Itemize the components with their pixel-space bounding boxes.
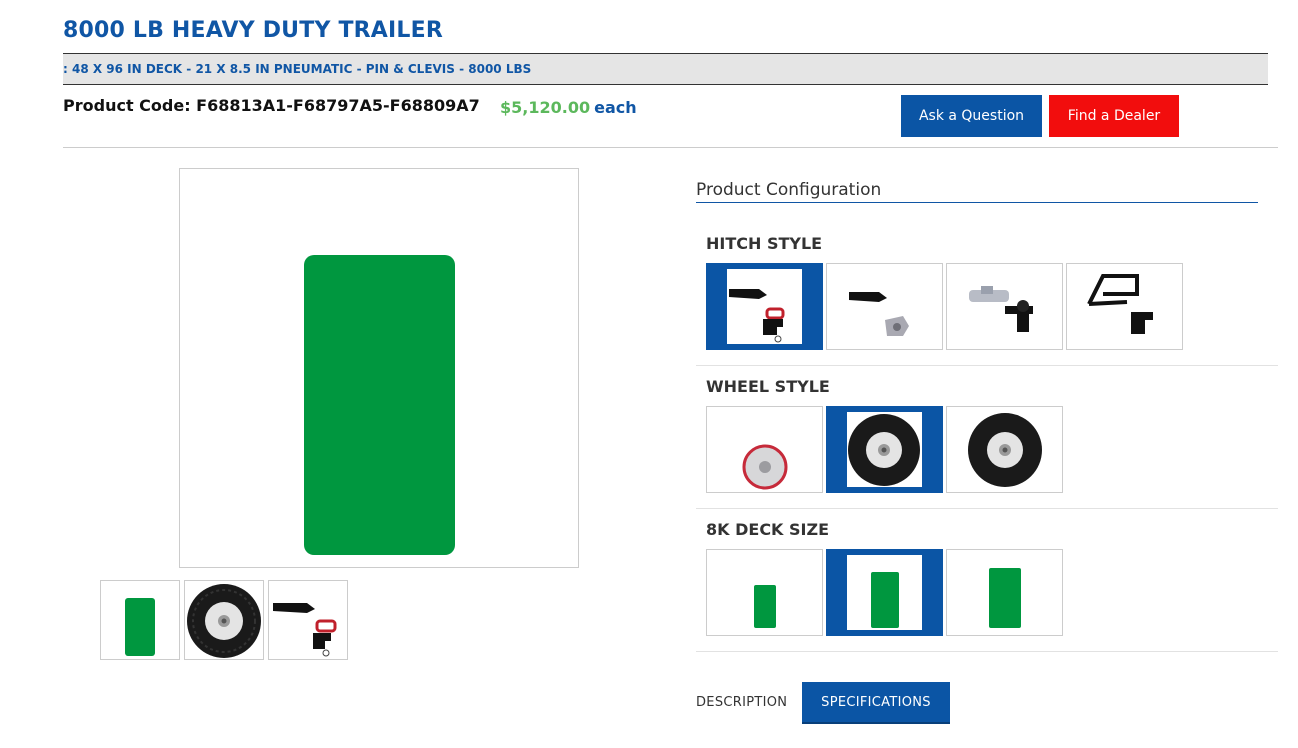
thumbnail-deck[interactable] (100, 580, 180, 660)
ask-question-button[interactable]: Ask a Question (901, 95, 1042, 137)
frame-hitch-icon (1087, 274, 1153, 334)
pin-clevis-hitch-icon (729, 289, 785, 343)
hitch-option-ball-coupler[interactable] (946, 263, 1063, 350)
tab-specifications[interactable]: SPECIFICATIONS (802, 682, 950, 724)
wheel-option-solid[interactable] (706, 406, 823, 493)
configuration-heading-underline (696, 202, 1258, 203)
price-unit: each (594, 98, 637, 117)
wheel-thumbnail-icon (187, 584, 261, 658)
clevis-lunette-hitch-icon (849, 292, 909, 336)
medium-deck-icon (871, 572, 899, 628)
header-divider (63, 147, 1278, 148)
hitch-group-divider (696, 365, 1278, 366)
hitch-option-frame[interactable] (1066, 263, 1183, 350)
product-title: 8000 LB HEAVY DUTY TRAILER (63, 18, 443, 43)
hitch-option-clevis-lunette[interactable] (826, 263, 943, 350)
deck-group-divider (696, 651, 1278, 652)
wheel-option-pneumatic[interactable] (826, 406, 943, 493)
find-dealer-button[interactable]: Find a Dealer (1049, 95, 1179, 137)
tab-description[interactable]: DESCRIPTION (696, 695, 787, 710)
hitch-option-pin-clevis[interactable] (706, 263, 823, 350)
deck-thumbnail-icon (125, 598, 155, 656)
product-subtitle-bar: : 48 X 96 IN DECK - 21 X 8.5 IN PNEUMATI… (63, 53, 1268, 85)
large-deck-icon (989, 568, 1021, 628)
ball-coupler-hitch-icon (969, 286, 1033, 332)
deck-option-large[interactable] (946, 549, 1063, 636)
large-pneumatic-wheel-icon (968, 413, 1042, 487)
deck-panel-image (304, 255, 455, 555)
hitch-style-label: HITCH STYLE (706, 234, 823, 253)
hitch-thumbnail-icon (273, 603, 337, 657)
main-product-image (179, 168, 579, 568)
product-code: Product Code: F68813A1-F68797A5-F68809A7 (63, 96, 480, 115)
deck-option-small[interactable] (706, 549, 823, 636)
thumbnail-hitch[interactable] (268, 580, 348, 660)
product-subtitle: : 48 X 96 IN DECK - 21 X 8.5 IN PNEUMATI… (63, 62, 532, 76)
wheel-style-label: WHEEL STYLE (706, 377, 830, 396)
deck-option-medium[interactable] (826, 549, 943, 636)
configuration-heading: Product Configuration (696, 180, 882, 200)
deck-size-label: 8K DECK SIZE (706, 520, 830, 539)
solid-wheel-icon (742, 444, 788, 490)
price-amount: $5,120.00 (500, 98, 591, 117)
product-price: $5,120.00 each (500, 98, 637, 117)
thumbnail-wheel[interactable] (184, 580, 264, 660)
wheel-option-pneumatic-large[interactable] (946, 406, 1063, 493)
pneumatic-wheel-icon (848, 414, 920, 486)
wheel-group-divider (696, 508, 1278, 509)
small-deck-icon (754, 585, 776, 628)
